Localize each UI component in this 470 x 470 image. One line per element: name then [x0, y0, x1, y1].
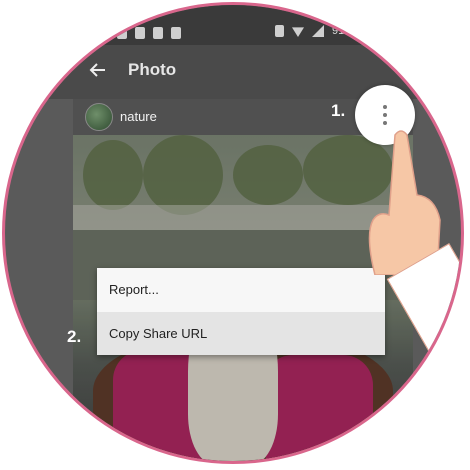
notification-icon	[117, 27, 127, 39]
context-menu: Report... Copy Share URL	[97, 268, 385, 355]
system-icons: 91	[275, 25, 344, 37]
username[interactable]: nature	[120, 109, 157, 124]
notification-icon	[135, 27, 145, 39]
page-title: Photo	[128, 60, 177, 79]
battery-level: 91	[332, 25, 345, 37]
notification-icons	[117, 27, 181, 39]
menu-item-report[interactable]: Report...	[97, 268, 385, 311]
notification-icon	[153, 27, 163, 39]
notification-icon	[171, 27, 181, 39]
back-arrow-icon[interactable]	[87, 59, 109, 81]
wifi-icon	[292, 27, 304, 37]
step-1-label: 1.	[331, 101, 346, 120]
mute-icon	[275, 25, 284, 37]
status-bar: 91	[5, 5, 461, 45]
menu-item-copy-share-url[interactable]: Copy Share URL	[97, 312, 385, 355]
signal-icon	[312, 25, 324, 37]
avatar[interactable]	[85, 103, 113, 131]
step-2-label: 2.	[67, 327, 82, 346]
circular-frame: 91 Photo nature Report... Copy Share URL…	[2, 2, 464, 464]
more-vert-icon	[383, 105, 387, 125]
